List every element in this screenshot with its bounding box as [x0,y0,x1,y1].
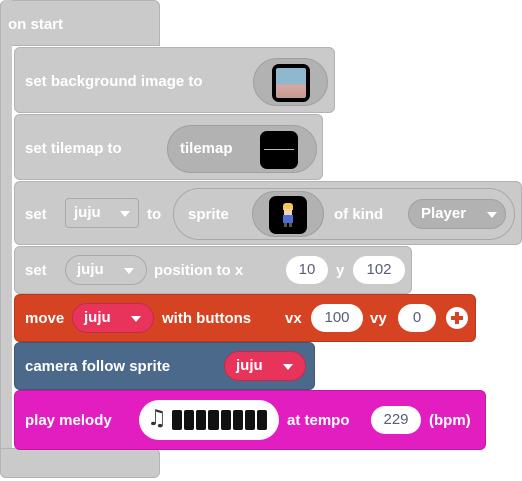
sprite-variable-dropdown[interactable]: juju [65,198,139,228]
tilemap-value: tilemap [180,140,233,157]
position-variable-value: juju [77,261,104,278]
vy-label: vy [370,310,387,327]
y-label: y [336,262,345,279]
set-label: set [25,262,47,279]
to-label: to [147,206,162,223]
tempo-input[interactable]: 229 [371,406,421,434]
set-background-image-block[interactable]: set background image to [14,47,335,113]
kind-dropdown[interactable]: Player [408,199,506,229]
position-variable-dropdown[interactable]: juju [65,255,147,285]
set-position-block[interactable]: set juju position to x 10 y 102 [14,246,412,294]
set-tilemap-block[interactable]: set tilemap to tilemap [14,114,323,180]
at-tempo-label: at tempo [287,412,350,429]
sprite-label: sprite [188,206,229,223]
vx-input[interactable]: 100 [311,304,363,332]
vy-input[interactable]: 0 [398,304,436,332]
camera-variable-value: juju [236,357,263,374]
move-label: move [25,310,65,327]
bpm-label: (bpm) [429,412,471,429]
background-image-picker[interactable] [253,58,328,106]
sprite-of-kind-reporter[interactable]: sprite of kind Player [173,188,515,240]
kind-value: Player [421,205,467,222]
sprite-image-picker[interactable] [252,191,324,237]
camera-variable-dropdown[interactable]: juju [224,351,306,381]
position-to-x-label: position to x [154,262,244,279]
vx-label: vx [285,310,302,327]
set-tilemap-label: set tilemap to [25,140,122,157]
dropdown-arrow-icon [124,268,134,274]
y-input[interactable]: 102 [353,256,405,284]
music-note-icon: ♫ [147,406,167,431]
of-kind-label: of kind [334,206,384,223]
move-variable-value: juju [84,309,111,326]
move-variable-dropdown[interactable]: juju [72,303,154,333]
sprite-variable-value: juju [74,204,101,221]
on-start-label: on start [8,16,64,33]
play-melody-block[interactable]: play melody ♫ at tempo 229 (bpm) [14,390,486,450]
camera-follow-sprite-block[interactable]: camera follow sprite juju [14,342,315,390]
x-input[interactable]: 10 [286,256,328,284]
play-melody-label: play melody [25,412,112,429]
add-icon[interactable] [446,307,468,329]
move-with-buttons-block[interactable]: move juju with buttons vx 100 vy 0 [14,294,476,342]
set-background-label: set background image to [25,73,203,90]
camera-follow-label: camera follow sprite [25,358,171,375]
sprite-image-thumbnail [269,196,307,234]
dropdown-arrow-icon [120,211,130,217]
set-label: set [25,206,47,223]
melody-notes-preview [172,410,267,430]
tilemap-picker[interactable]: tilemap [167,125,317,173]
set-sprite-block[interactable]: set juju to sprite of kind Player [14,181,522,245]
with-buttons-label: with buttons [162,310,252,327]
dropdown-arrow-icon [487,212,497,218]
tilemap-thumbnail [260,131,298,169]
background-image-thumbnail [272,64,310,102]
dropdown-arrow-icon [283,364,293,370]
dropdown-arrow-icon [131,316,141,322]
melody-picker[interactable]: ♫ [139,400,279,440]
